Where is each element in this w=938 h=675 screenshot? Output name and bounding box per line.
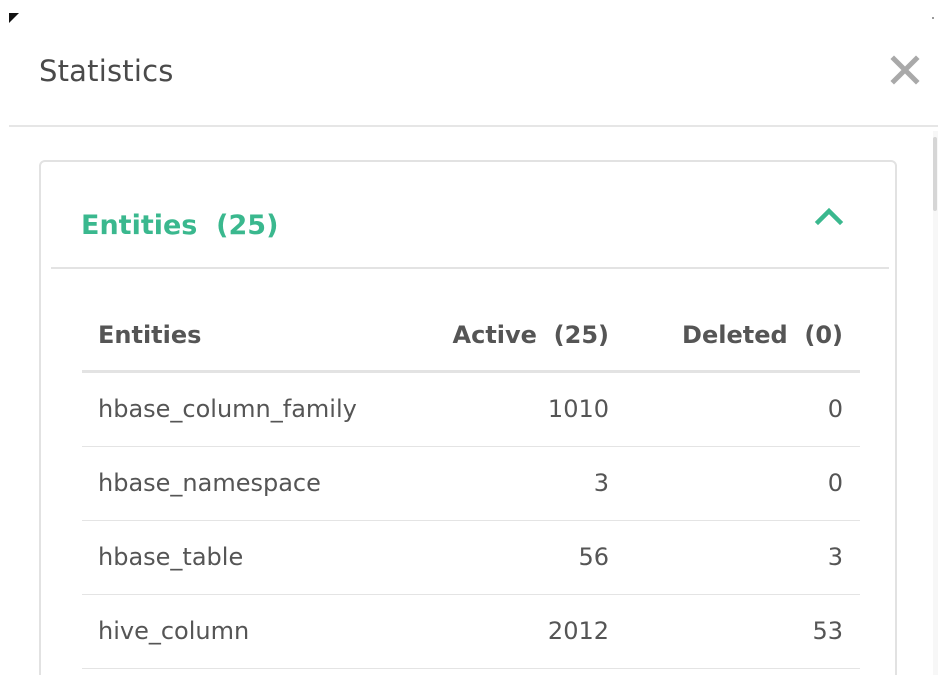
column-header-entities[interactable]: Entities	[98, 300, 201, 370]
close-icon	[890, 55, 920, 85]
entity-name[interactable]: hbase_namespace	[98, 447, 321, 519]
entities-panel: Entities (25) Entities Active (25) Delet…	[39, 160, 897, 675]
active-count: 1010	[547, 395, 609, 423]
entities-table: Entities Active (25) Deleted (0) hbase_c…	[82, 300, 860, 669]
modal-header: Statistics	[0, 0, 938, 127]
column-header-deleted[interactable]: Deleted (0)	[682, 300, 843, 370]
table-header-row: Entities Active (25) Deleted (0)	[82, 300, 860, 373]
close-button[interactable]	[888, 53, 922, 87]
entity-name[interactable]: hbase_table	[98, 521, 243, 593]
scrollbar-thumb[interactable]	[933, 137, 937, 211]
panel-divider	[51, 267, 889, 269]
deleted-count: 53	[812, 617, 843, 645]
active-count: 3	[593, 469, 609, 497]
deleted-count: 0	[827, 395, 843, 423]
active-count: 56	[578, 543, 609, 571]
entities-panel-title: Entities (25)	[81, 210, 279, 241]
deleted-count: 3	[827, 543, 843, 571]
entity-name[interactable]: hbase_column_family	[98, 373, 357, 445]
header-divider	[9, 125, 938, 127]
active-count: 2012	[547, 617, 609, 645]
table-row: hbase_namespace 3 0	[82, 447, 860, 521]
column-header-active[interactable]: Active (25)	[453, 300, 609, 370]
table-row: hive_column 2012 53	[82, 595, 860, 669]
deleted-count: 0	[827, 469, 843, 497]
table-row: hbase_column_family 1010 0	[82, 373, 860, 447]
statistics-modal: Statistics Entities (25) Entities Active…	[0, 0, 938, 675]
table-row: hbase_table 56 3	[82, 521, 860, 595]
entities-panel-heading[interactable]: Entities (25)	[41, 162, 895, 268]
collapse-toggle[interactable]	[814, 204, 844, 228]
modal-title: Statistics	[39, 54, 174, 88]
chevron-up-icon	[814, 207, 844, 226]
modal-scrollbar[interactable]	[933, 131, 938, 675]
entity-name[interactable]: hive_column	[98, 595, 249, 667]
